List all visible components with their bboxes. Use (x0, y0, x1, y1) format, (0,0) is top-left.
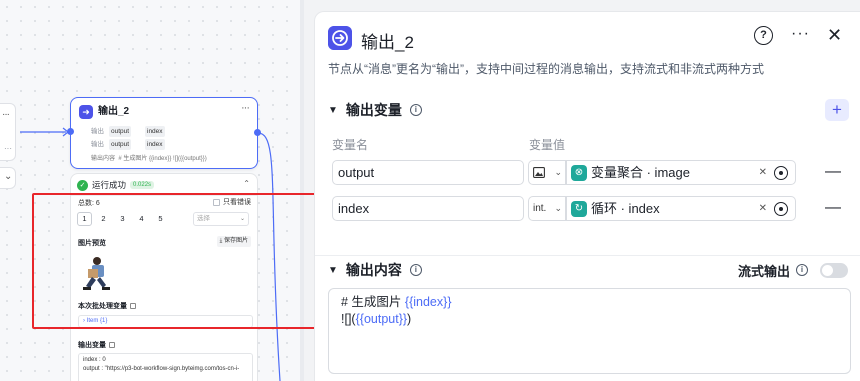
row-label: 输出 (91, 141, 104, 148)
column-header-name: 变量名 (332, 138, 369, 152)
output-index-line: index : 0 (83, 357, 106, 363)
check-circle-icon: ✓ (77, 179, 88, 191)
target-icon[interactable] (774, 166, 788, 180)
editor-line: # 生成图片 {{index}} (341, 294, 838, 311)
clear-icon[interactable]: ✕ (759, 161, 767, 184)
node-config-panel: 输出_2 ? ··· ✕ 节点从“消息”更名为“输出”，支持中间过程的消息输出，… (314, 11, 860, 381)
variable-row: index int. ⌄ ↻ 循环 · index ✕ — (332, 196, 841, 222)
reference-text: 循环 · index (591, 201, 660, 216)
variable-tag: output (109, 126, 132, 137)
node-output-row: 输出 output index (71, 139, 259, 150)
node-output-row: 输出 output index (71, 126, 259, 137)
info-icon[interactable]: i (409, 104, 422, 116)
chevron-down-icon: ⌄ (554, 203, 562, 213)
variable-row: output ⌄ ⊗ 变量聚合 · image ✕ — (332, 160, 841, 186)
output-url-line: output : "https://p3-bot-workflow-sign.b… (83, 366, 240, 372)
highlight-box (32, 193, 322, 329)
variable-type-select[interactable]: int. ⌄ (528, 196, 566, 221)
node-content-preview: 输出内容 # 生成图片 {{index}} ![]({{output}}) (91, 153, 207, 162)
column-header-value: 变量值 (529, 138, 566, 152)
output-content-editor[interactable]: # 生成图片 {{index}} ![]({{output}}) (328, 288, 851, 374)
image-type-icon (533, 166, 545, 178)
chevron-down-icon: ⌄ (554, 167, 562, 177)
output-variables-box: index : 0 output : "https://p3-bot-workf… (78, 353, 253, 381)
output-port[interactable] (254, 129, 261, 136)
remove-variable-button[interactable]: — (825, 160, 841, 183)
copy-icon[interactable] (109, 342, 115, 349)
input-port[interactable] (67, 128, 74, 135)
variable-tag: index (145, 126, 165, 137)
close-icon[interactable]: ✕ (827, 25, 842, 46)
template-variable: {{output}} (355, 312, 408, 326)
remove-variable-button[interactable]: — (825, 196, 841, 219)
output-node-icon (328, 26, 352, 50)
section-title: 输出变量 (345, 102, 402, 118)
editor-text: # 生成图片 (341, 295, 405, 309)
streaming-output-label: 流式输出 (738, 263, 791, 279)
run-status-text: 运行成功 (92, 180, 127, 190)
run-status[interactable]: ✓ 运行成功 0.022s (77, 179, 155, 191)
loop-node-icon: ↻ (571, 201, 587, 217)
type-label: int. (533, 203, 547, 214)
output-variables-section-header[interactable]: ▼ 输出变量 i (328, 100, 422, 120)
more-icon[interactable]: ··· (241, 102, 250, 114)
output-node-icon: ➜ (79, 105, 93, 119)
chevron-up-icon[interactable]: ⌃ (243, 179, 250, 188)
chevron-down-icon[interactable]: ▼ (328, 105, 338, 116)
section-title: 输出内容 (345, 262, 402, 278)
editor-text: ) (407, 312, 412, 326)
variable-tag: output (109, 139, 132, 150)
variable-tag: index (145, 139, 165, 150)
content-value: # 生成图片 {{index}} ![]({{output}}) (118, 156, 207, 162)
clear-icon[interactable]: ✕ (759, 197, 767, 220)
output-variables-label: 输出变量 (78, 340, 115, 350)
aggregate-node-icon: ⊗ (571, 165, 587, 181)
output-variables-text: 输出变量 (78, 342, 106, 349)
more-icon[interactable]: ··· (791, 25, 810, 43)
info-icon[interactable]: i (796, 264, 809, 276)
variable-type-select[interactable]: ⌄ (528, 160, 566, 185)
panel-title[interactable]: 输出_2 (361, 28, 414, 53)
output-content-section-header[interactable]: ▼ 输出内容 i (328, 260, 422, 280)
panel-description: 节点从“消息”更名为“输出”，支持中间过程的消息输出，支持流式和非流式两种方式 (328, 62, 764, 76)
template-variable: {{index}} (404, 295, 452, 309)
variable-reference-input[interactable]: ↻ 循环 · index ✕ (566, 196, 796, 221)
editor-text: ![]( (341, 312, 356, 326)
variable-name-input[interactable]: index (332, 196, 524, 221)
info-icon[interactable]: i (409, 264, 422, 276)
reference-text: 变量聚合 · image (591, 165, 690, 180)
target-icon[interactable] (774, 202, 788, 216)
streaming-output-toggle[interactable] (820, 262, 849, 278)
help-icon[interactable]: ? (754, 26, 773, 45)
row-label: 输出内容 (91, 156, 116, 162)
output-node-card[interactable]: ➜ 输出_2 ··· 输出 output index 输出 output ind… (70, 97, 258, 169)
variable-name-input[interactable]: output (332, 160, 524, 185)
node-title: 输出_2 (98, 106, 130, 117)
streaming-output-control: 流式输出 i (738, 260, 849, 280)
editor-line: ![]({{output}}) (341, 311, 838, 328)
run-time-badge: 0.022s (130, 181, 155, 189)
row-label: 输出 (91, 128, 104, 135)
variable-reference-input[interactable]: ⊗ 变量聚合 · image ✕ (566, 160, 796, 185)
chevron-down-icon[interactable]: ▼ (328, 265, 338, 276)
divider (315, 255, 860, 256)
add-variable-button[interactable]: + (825, 99, 849, 121)
